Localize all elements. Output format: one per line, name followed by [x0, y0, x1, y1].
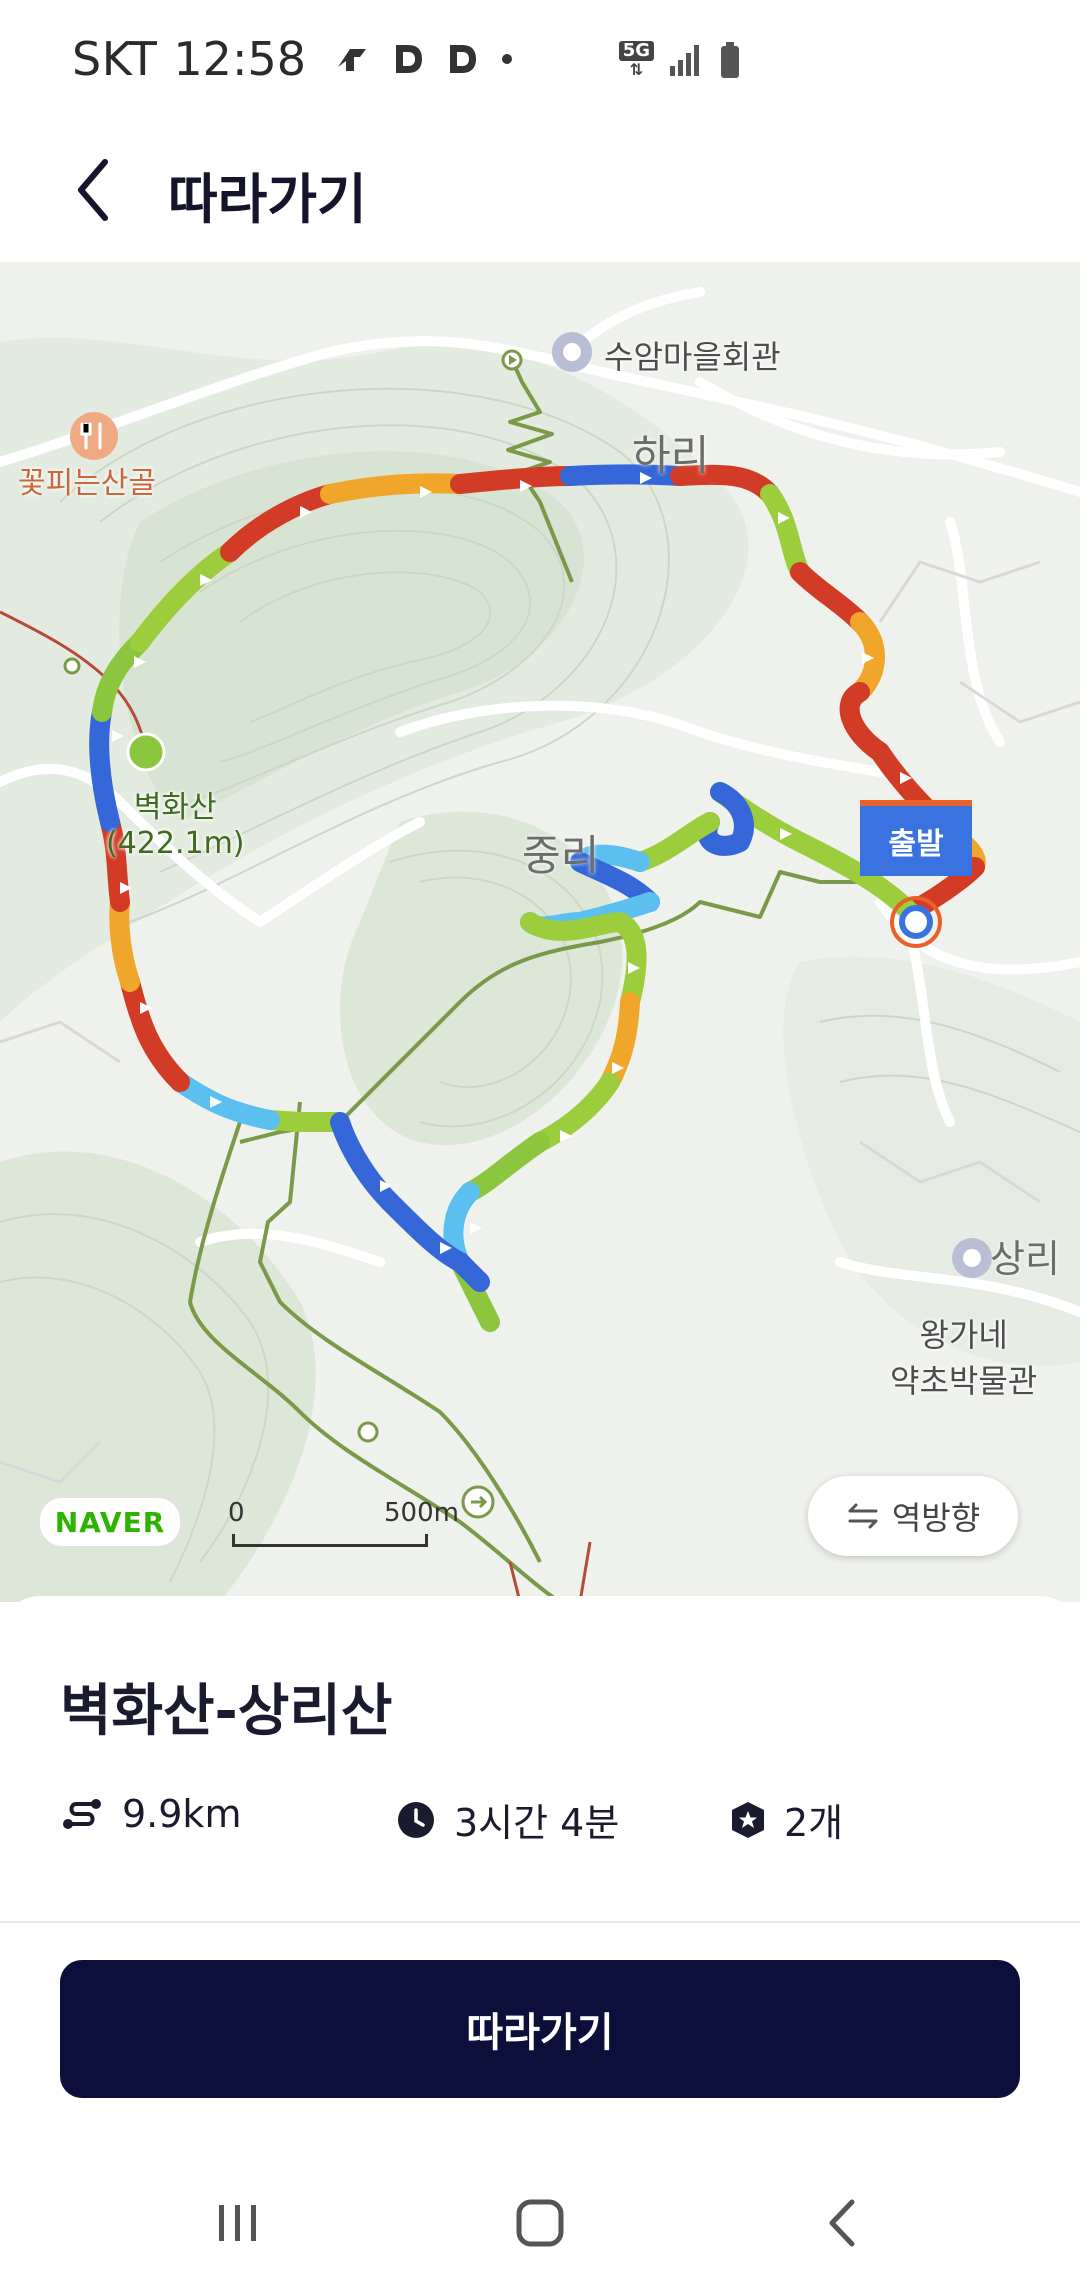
recent-apps-icon: [219, 2205, 256, 2241]
reverse-direction-label: 역방향: [891, 1499, 981, 1537]
jungri-label: 중리: [522, 831, 600, 880]
restaurant-label[interactable]: 꽃피는산골: [18, 458, 156, 502]
d-app-icon: [395, 45, 422, 73]
museum-label-line2: 약초박물관: [890, 1362, 1038, 1400]
peak-name: 벽화산: [133, 790, 217, 825]
duration-value: 3시간 4분: [454, 1801, 620, 1845]
signal-icon: [670, 45, 699, 76]
recent-apps-button[interactable]: [198, 2188, 278, 2258]
app-notification-icon: [337, 49, 366, 71]
scale-zero: 0: [228, 1498, 245, 1528]
chevron-left-icon: [78, 159, 108, 221]
battery-icon: [721, 42, 739, 78]
page-title: 따라가기: [168, 168, 367, 231]
map-view[interactable]: 수암마을회관 하리 꽃피는산골 벽화산 (422.1m) 중리 상리 왕가네 약…: [0, 262, 1080, 1602]
d-app-icon: [449, 45, 476, 73]
peaks-value: 2개: [784, 1801, 844, 1845]
peaks-stat: 2개: [730, 1792, 843, 1847]
home-button[interactable]: [500, 2188, 580, 2258]
map-scale: 0 500m: [228, 1498, 468, 1554]
app-header: 따라가기: [0, 125, 1080, 260]
notification-icons: [332, 39, 514, 79]
naver-logo: NAVER: [38, 1496, 182, 1548]
follow-button[interactable]: 따라가기: [60, 1960, 1020, 2098]
system-back-button[interactable]: [802, 2188, 882, 2258]
scale-distance: 500m: [384, 1498, 459, 1528]
route-name: 벽화산-상리산: [60, 1679, 393, 1744]
status-bar: SKT 12:58 5G ⇅: [0, 0, 1080, 125]
clock: 12:58: [173, 32, 306, 86]
status-left: SKT 12:58: [72, 32, 514, 86]
home-icon: [516, 2199, 564, 2247]
peak-height: (422.1m): [106, 826, 245, 861]
reverse-direction-button[interactable]: 역방향: [808, 1476, 1018, 1556]
swap-arrows-icon: [848, 1503, 878, 1529]
duration-stat: 3시간 4분: [396, 1792, 619, 1847]
divider: [0, 1921, 1080, 1923]
route-distance-icon: [63, 1799, 101, 1829]
peak-badge-icon: [732, 1801, 764, 1838]
village-hall-label[interactable]: 수암마을회관: [604, 332, 781, 378]
distance-stat: 9.9km: [60, 1792, 241, 1836]
dot-icon: [501, 54, 512, 64]
back-arrow-icon: [829, 2199, 855, 2247]
clock-icon: [398, 1801, 434, 1838]
carrier-name: SKT: [72, 32, 158, 86]
hari-label: 하리: [632, 431, 710, 480]
status-right: 5G ⇅: [618, 40, 742, 80]
peak-label[interactable]: 벽화산 (422.1m): [106, 782, 245, 861]
system-nav-bar: [0, 2160, 1080, 2280]
network-type: 5G: [618, 41, 654, 61]
museum-label[interactable]: 왕가네 약초박물관: [890, 1310, 1037, 1402]
route-stats: 9.9km 3시간 4분 2개: [60, 1792, 1020, 1852]
back-button[interactable]: [58, 155, 128, 225]
network-icon: 5G ⇅: [618, 41, 654, 79]
start-marker[interactable]: 출발: [860, 800, 972, 876]
distance-value: 9.9km: [122, 1792, 242, 1836]
sangri-label: 상리: [990, 1237, 1060, 1281]
museum-label-line1: 왕가네: [919, 1316, 1008, 1354]
scale-bar: [232, 1534, 428, 1547]
